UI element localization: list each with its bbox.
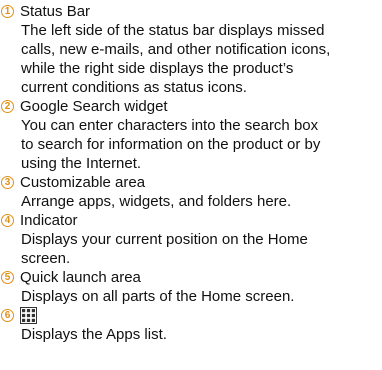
- item-description: Arrange apps, widgets, and folders here.: [0, 192, 361, 211]
- legend-item-status-bar: 1 Status Bar The left side of the status…: [0, 2, 382, 97]
- item-description: You can enter characters into the search…: [0, 116, 361, 173]
- description-line: current conditions as status icons.: [21, 79, 247, 96]
- description-line: Displays your current position on the Ho…: [21, 231, 308, 248]
- item-number-badge: 3: [1, 176, 14, 189]
- legend-item-google-search-widget: 2 Google Search widget You can enter cha…: [0, 97, 382, 173]
- item-number-badge: 5: [1, 271, 14, 284]
- item-title: Customizable area: [20, 174, 146, 191]
- item-number-badge: 2: [1, 100, 14, 113]
- legend-item-customizable-area: 3 Customizable area Arrange apps, widget…: [0, 173, 382, 211]
- description-line: Arrange apps, widgets, and folders here.: [21, 193, 292, 210]
- item-description: The left side of the status bar displays…: [0, 21, 361, 97]
- item-number-badge: 4: [1, 214, 14, 227]
- description-line: The left side of the status bar displays…: [21, 22, 325, 39]
- description-line: while the right side displays the produc…: [21, 60, 294, 77]
- item-title: Status Bar: [20, 3, 91, 20]
- item-title: Google Search widget: [20, 98, 168, 115]
- item-number-badge: 6: [1, 309, 14, 322]
- legend-item-indicator: 4 Indicator Displays your current positi…: [0, 211, 382, 268]
- apps-grid-icon: [20, 307, 37, 324]
- item-title: Quick launch area: [20, 269, 141, 286]
- description-line: using the Internet.: [21, 155, 142, 172]
- description-line: screen.: [21, 250, 71, 267]
- item-description: Displays the Apps list.: [0, 325, 361, 344]
- description-line: You can enter characters into the search…: [21, 117, 319, 134]
- item-description: Displays your current position on the Ho…: [0, 230, 361, 268]
- legend-item-apps-button: 6 Displays the Apps list.: [0, 306, 382, 344]
- item-title: Indicator: [20, 212, 78, 229]
- home-screen-legend: 1 Status Bar The left side of the status…: [0, 0, 382, 370]
- legend-item-quick-launch-area: 5 Quick launch area Displays on all part…: [0, 268, 382, 306]
- description-line: to search for information on the product…: [21, 136, 321, 153]
- item-description: Displays on all parts of the Home screen…: [0, 287, 361, 306]
- description-line: calls, new e-mails, and other notificati…: [21, 41, 331, 58]
- item-number-badge: 1: [1, 5, 14, 18]
- description-line: Displays the Apps list.: [21, 326, 167, 343]
- description-line: Displays on all parts of the Home screen…: [21, 288, 295, 305]
